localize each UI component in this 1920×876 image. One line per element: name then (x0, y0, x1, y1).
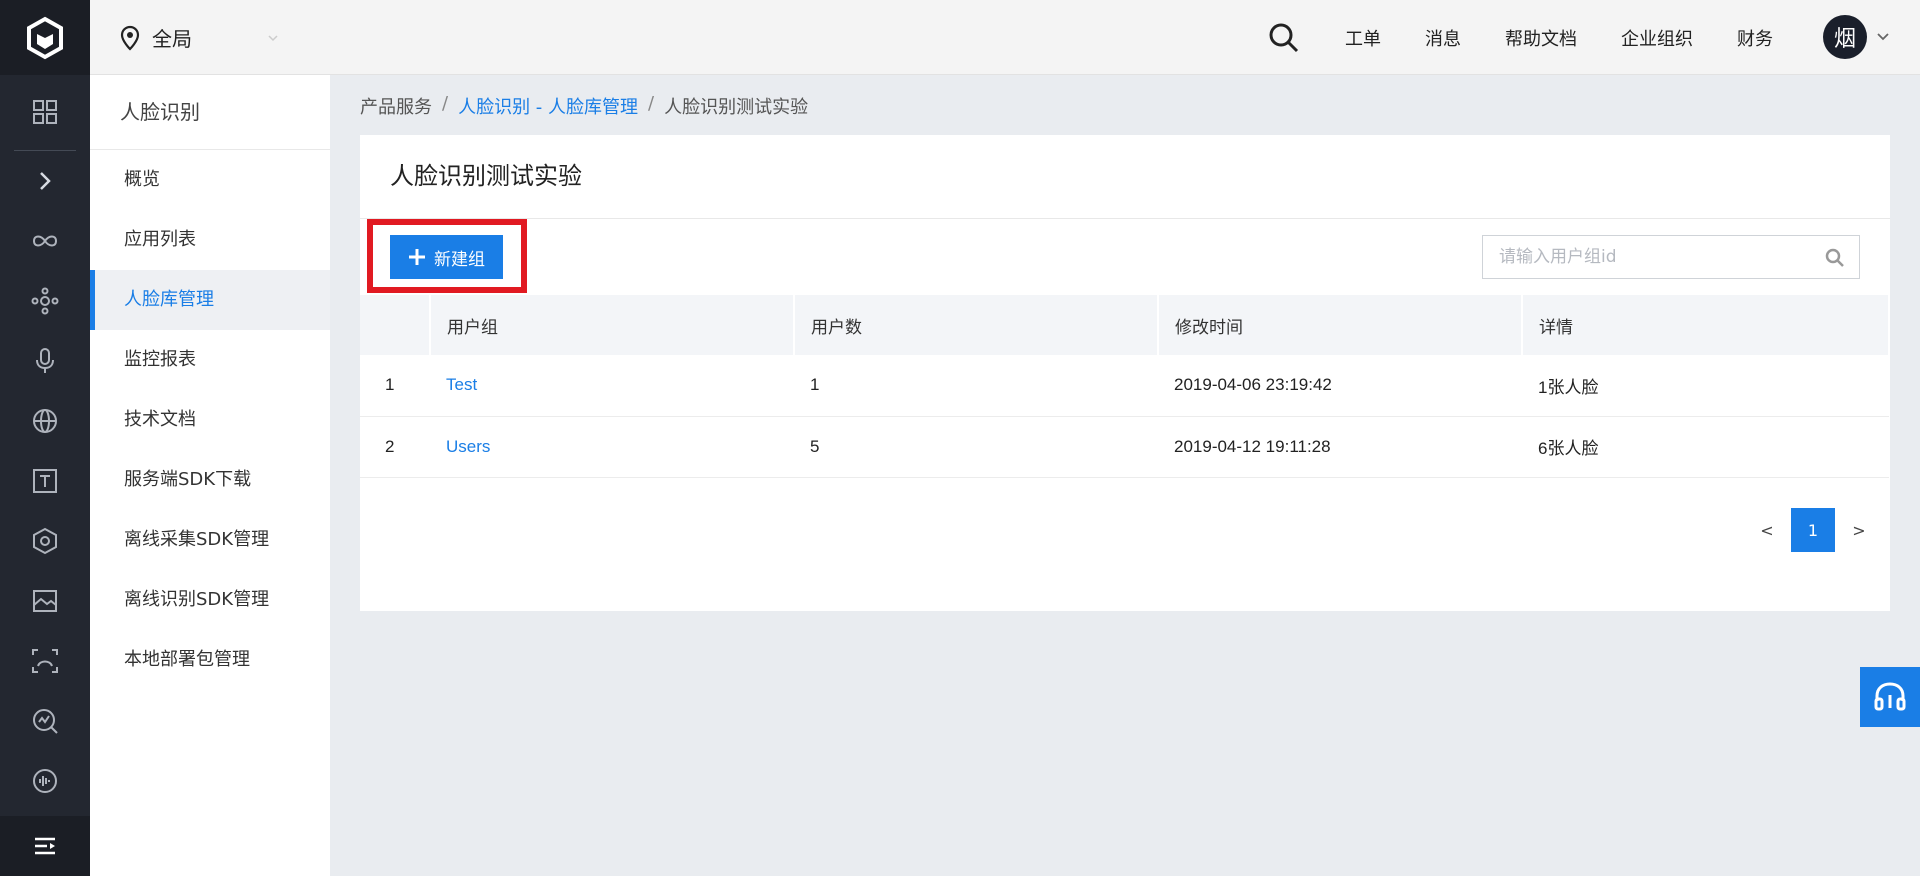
page-1-button[interactable]: 1 (1791, 508, 1835, 552)
top-nav-links: 工单 消息 帮助文档 企业组织 财务 (1345, 0, 1817, 75)
dashboard-icon[interactable] (0, 88, 90, 136)
table-row: 1 Test 1 2019-04-06 23:19:42 1张人脸 (360, 355, 1889, 416)
support-button[interactable] (1860, 667, 1920, 727)
column-header-index (360, 295, 431, 355)
sidebar-item-offline-capture-sdk[interactable]: 离线采集SDK管理 (90, 510, 330, 570)
product-title: 人脸识别 (90, 75, 330, 150)
nav-link-ticket[interactable]: 工单 (1345, 25, 1381, 51)
face-scan-icon[interactable] (0, 637, 90, 685)
table-header-row: 用户组 用户数 修改时间 详情 (360, 295, 1890, 355)
column-header-modified: 修改时间 (1158, 295, 1523, 355)
group-table: 用户组 用户数 修改时间 详情 1 Test 1 2019-04-06 23:1… (360, 295, 1890, 478)
column-header-detail: 详情 (1522, 295, 1890, 355)
prev-page-button[interactable]: < (1745, 508, 1789, 552)
face-detail: 1张人脸 (1538, 377, 1599, 397)
analytics-icon[interactable] (0, 697, 90, 745)
globe-icon[interactable] (0, 397, 90, 445)
new-group-button[interactable]: 新建组 (390, 235, 503, 279)
nav-link-organization[interactable]: 企业组织 (1621, 25, 1693, 51)
column-header-group: 用户组 (430, 295, 795, 355)
group-link[interactable]: Test (446, 375, 477, 394)
breadcrumb-separator: / (442, 93, 449, 114)
sidebar-item-local-deploy[interactable]: 本地部署包管理 (90, 630, 330, 690)
iconbar-divider (14, 150, 76, 151)
plus-icon (409, 249, 425, 265)
breadcrumb-current: 人脸识别测试实验 (664, 97, 809, 118)
microphone-icon[interactable] (0, 337, 90, 385)
modified-time: 2019-04-12 19:11:28 (1174, 436, 1331, 456)
avatar[interactable]: 烟 (1823, 15, 1867, 59)
cube-logo-icon (27, 16, 63, 59)
network-icon[interactable] (0, 277, 90, 325)
group-list-card: 人脸识别测试实验 新建组 用户组 用户数 修改时间 详情 1 Test 1 20… (360, 135, 1890, 611)
sidebar-item-server-sdk[interactable]: 服务端SDK下载 (90, 450, 330, 510)
hexagon-icon[interactable] (0, 517, 90, 565)
audio-icon[interactable] (0, 757, 90, 805)
headset-icon (1874, 682, 1906, 711)
page-title: 人脸识别测试实验 (390, 162, 582, 190)
sidebar-item-monitoring[interactable]: 监控报表 (90, 330, 330, 390)
group-name-link: Users (430, 416, 794, 477)
sidebar-item-face-library[interactable]: 人脸库管理 (90, 270, 330, 330)
product-sidebar: 人脸识别 概览 应用列表 人脸库管理 监控报表 技术文档 服务端SDK下载 离线… (90, 75, 330, 876)
chevron-down-icon[interactable] (266, 29, 280, 47)
breadcrumb-separator: / (648, 93, 655, 114)
sidebar-item-tech-docs[interactable]: 技术文档 (90, 390, 330, 450)
table-row: 2 Users 5 2019-04-12 19:11:28 6张人脸 (360, 416, 1889, 477)
sidebar-item-app-list[interactable]: 应用列表 (90, 210, 330, 270)
new-group-label: 新建组 (434, 249, 485, 270)
logo[interactable] (0, 0, 90, 75)
search-icon[interactable] (1825, 248, 1845, 268)
modified-time: 2019-04-06 23:19:42 (1174, 375, 1332, 395)
group-search-input[interactable] (1483, 236, 1803, 278)
region-label: 全局 (152, 27, 192, 51)
menu-icon[interactable] (0, 816, 90, 876)
top-bar: 全局 工单 消息 帮助文档 企业组织 财务 烟 (90, 0, 1920, 75)
row-index: 1 (385, 375, 395, 395)
sidebar-item-offline-recognition-sdk[interactable]: 离线识别SDK管理 (90, 570, 330, 630)
icon-sidebar (0, 0, 90, 876)
expand-icon[interactable] (0, 157, 90, 205)
group-link[interactable]: Users (446, 437, 490, 456)
image-icon[interactable] (0, 577, 90, 625)
face-detail: 6张人脸 (1538, 439, 1599, 458)
search-icon[interactable] (1266, 20, 1302, 56)
pagination: < 1 > (1745, 508, 1881, 552)
column-header-user-count: 用户数 (794, 295, 1159, 355)
nav-link-messages[interactable]: 消息 (1425, 25, 1461, 51)
text-icon[interactable] (0, 457, 90, 505)
breadcrumb-parent[interactable]: 人脸识别 - 人脸库管理 (458, 93, 638, 119)
row-index: 2 (385, 436, 395, 456)
divider (360, 218, 1890, 219)
sidebar-item-overview[interactable]: 概览 (90, 150, 330, 210)
group-name-link: Test (430, 355, 794, 416)
user-count: 1 (810, 375, 820, 395)
breadcrumb-root[interactable]: 产品服务 (360, 93, 432, 119)
breadcrumb: 产品服务 / 人脸识别 - 人脸库管理 / 人脸识别测试实验 (360, 93, 808, 119)
infinity-icon[interactable] (0, 217, 90, 265)
chevron-down-icon[interactable] (1876, 31, 1890, 43)
location-pin-icon (120, 25, 140, 51)
region-selector[interactable]: 全局 (120, 0, 192, 75)
user-count: 5 (810, 436, 820, 456)
nav-link-help-docs[interactable]: 帮助文档 (1505, 25, 1577, 51)
next-page-button[interactable]: > (1837, 508, 1881, 552)
nav-link-finance[interactable]: 财务 (1737, 25, 1773, 51)
group-search (1482, 235, 1860, 279)
